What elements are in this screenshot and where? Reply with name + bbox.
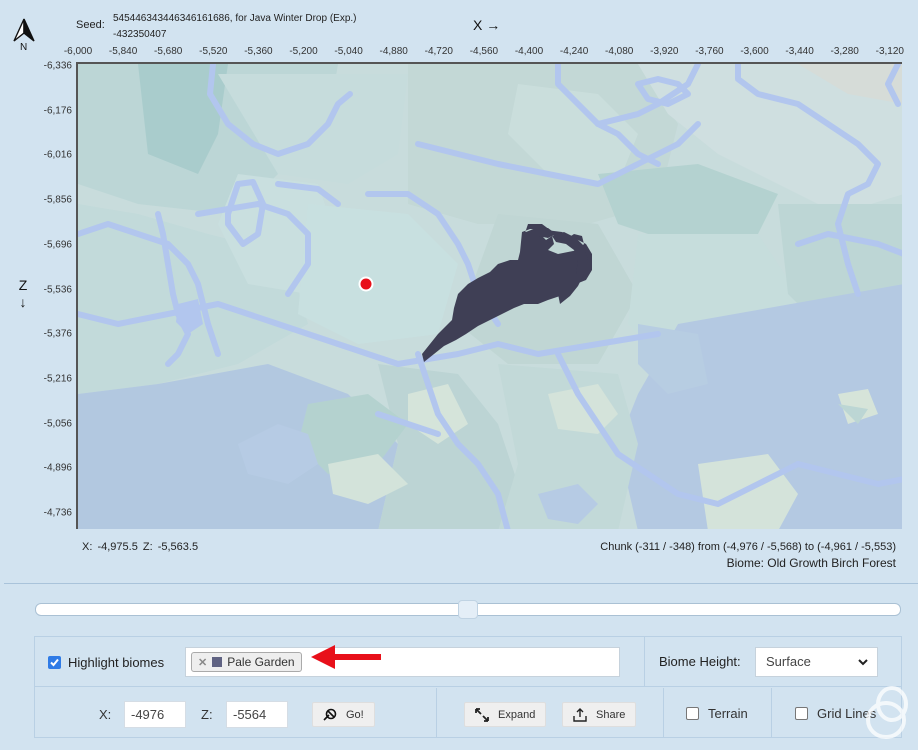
biome-height-cell: Biome Height: Surface: [645, 637, 901, 686]
zoom-slider[interactable]: [35, 603, 901, 617]
location-marker: [361, 279, 372, 290]
x-axis-tick-label: -5,680: [154, 46, 182, 57]
x-axis-tick-label: -5,360: [244, 46, 272, 57]
share-button[interactable]: Share: [562, 702, 636, 727]
biome-height-value: Surface: [766, 654, 811, 669]
x-input-label: X:: [99, 707, 111, 722]
z-axis-tick-label: -5,376: [44, 329, 72, 340]
x-axis-tick-label: -4,080: [605, 46, 633, 57]
highlight-biomes-cell: Highlight biomes ✕ Pale Garden: [35, 637, 645, 686]
x-axis-ticks: -6,000-5,840-5,680-5,520-5,360-5,200-5,0…: [58, 46, 918, 60]
slider-thumb[interactable]: [458, 600, 478, 619]
x-axis-tick-label: -4,400: [515, 46, 543, 57]
z-coordinate-input[interactable]: -5564: [226, 701, 288, 728]
biome-height-label: Biome Height:: [659, 654, 741, 669]
go-globe-icon: [323, 708, 337, 721]
x-axis-tick-label: -4,240: [560, 46, 588, 57]
x-axis-tick-label: -3,600: [740, 46, 768, 57]
x-coordinate-input[interactable]: -4976: [124, 701, 186, 728]
seed-label: Seed:: [76, 19, 105, 31]
controls-row-biomes: Highlight biomes ✕ Pale Garden Biome Hei…: [35, 637, 901, 687]
x-axis-tick-label: -5,520: [199, 46, 227, 57]
z-axis-tick-label: -5,216: [44, 373, 72, 384]
x-axis-tick-label: -5,200: [289, 46, 317, 57]
x-axis-tick-label: -3,280: [831, 46, 859, 57]
actions-cell: Expand Share: [437, 688, 664, 738]
terrain-cell: Terrain: [664, 688, 772, 738]
z-axis-tick-label: -6,176: [44, 105, 72, 116]
z-axis-tick-label: -4,896: [44, 463, 72, 474]
seed-value-line1: 5454463434463461616​86, for Java Winter …: [113, 11, 357, 27]
z-axis-tick-label: -6,336: [44, 61, 72, 72]
biome-tag[interactable]: ✕ Pale Garden: [191, 652, 302, 672]
z-axis-tick-label: -5,856: [44, 195, 72, 206]
z-input-label: Z:: [201, 707, 213, 722]
highlight-biomes-label[interactable]: Highlight biomes: [68, 655, 164, 670]
terrain-checkbox[interactable]: [686, 707, 699, 720]
x-axis-tick-label: -3,440: [785, 46, 813, 57]
seed-value: 5454463434463461616​86, for Java Winter …: [113, 11, 357, 43]
x-axis-title: X →: [473, 17, 500, 33]
annotation-arrow-icon: [311, 643, 381, 671]
z-axis-tick-label: -6,016: [44, 150, 72, 161]
x-axis-tick-label: -5,840: [109, 46, 137, 57]
z-axis-tick-label: -5,056: [44, 418, 72, 429]
x-axis-tick-label: -3,760: [695, 46, 723, 57]
z-axis-ticks: -6,336 -6,176 -6,016 -5,856 -5,696 -5,536 -5,3…: [0, 0, 72, 540]
go-button-label: Go!: [346, 709, 364, 721]
biome-color-swatch: [212, 657, 222, 667]
biome-info: Biome: Old Growth Birch Forest: [727, 556, 896, 570]
controls-panel: Highlight biomes ✕ Pale Garden Biome Hei…: [34, 636, 902, 738]
cursor-coordinates: X: -4,975.5 Z: -5,563.5: [82, 541, 198, 553]
x-axis-tick-label: -4,560: [470, 46, 498, 57]
chevron-down-icon: [857, 656, 869, 668]
section-divider: [4, 583, 918, 584]
grid-lines-checkbox[interactable]: [795, 707, 808, 720]
share-icon: [573, 708, 587, 722]
x-axis-tick-label: -3,120: [876, 46, 904, 57]
watermark-logo-icon: [862, 682, 914, 742]
biome-tag-label: Pale Garden: [227, 655, 294, 669]
go-button[interactable]: Go!: [312, 702, 375, 727]
expand-button-label: Expand: [498, 709, 535, 721]
expand-button[interactable]: Expand: [464, 702, 546, 727]
x-axis-tick-label: -4,880: [380, 46, 408, 57]
controls-row-navigation: X: -4976 Z: -5564 Go! Expand: [35, 688, 901, 738]
biome-map[interactable]: [76, 62, 902, 529]
x-axis-tick-label: -3,920: [650, 46, 678, 57]
goto-cell: X: -4976 Z: -5564 Go!: [35, 688, 437, 738]
x-axis-tick-label: -5,040: [334, 46, 362, 57]
x-axis-tick-label: -4,720: [425, 46, 453, 57]
biome-height-select[interactable]: Surface: [755, 647, 878, 677]
z-axis-tick-label: -4,736: [44, 508, 72, 519]
terrain-label[interactable]: Terrain: [708, 706, 748, 721]
remove-tag-icon[interactable]: ✕: [198, 656, 207, 669]
highlight-biomes-checkbox[interactable]: [48, 656, 61, 669]
z-axis-tick-label: -5,536: [44, 284, 72, 295]
expand-icon: [475, 708, 489, 722]
seed-value-line2: -432350407: [113, 27, 357, 43]
biome-tag-input[interactable]: ✕ Pale Garden: [185, 647, 620, 677]
z-axis-tick-label: -5,696: [44, 239, 72, 250]
chunk-info: Chunk (-311 / -348) from (-4,976 / -5,56…: [600, 541, 896, 553]
biome-map-canvas[interactable]: [78, 64, 902, 529]
share-button-label: Share: [596, 709, 625, 721]
